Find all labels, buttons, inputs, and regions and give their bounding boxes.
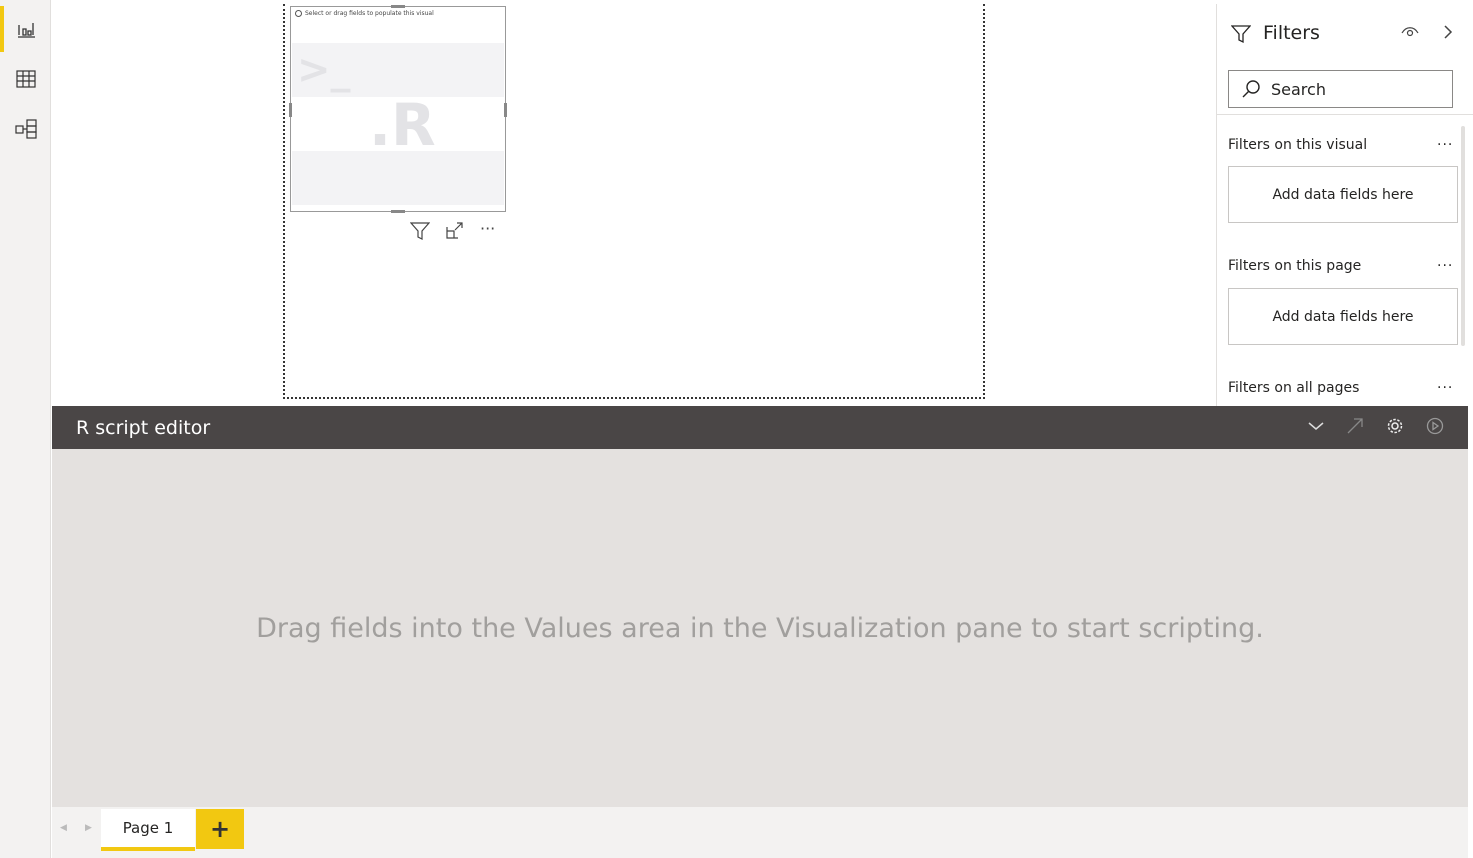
eye-icon[interactable] [1401,24,1419,38]
filter-icon [1231,25,1251,44]
filters-pane: Filters Search Filters on this visual ··… [1216,4,1473,406]
section-all-pages-label: Filters on all pages [1228,380,1360,396]
r-visual[interactable]: Select or drag fields to populate this v… [289,5,507,213]
resize-handle[interactable] [289,103,292,117]
visual-hint: Select or drag fields to populate this v… [295,10,434,17]
more-options-icon[interactable]: ··· [1437,380,1453,396]
resize-handle[interactable] [504,103,507,117]
report-view-icon[interactable] [14,17,38,41]
gear-icon[interactable] [1386,417,1404,435]
filters-search-input[interactable]: Search [1228,70,1453,108]
data-view-icon[interactable] [14,67,38,91]
section-page-label: Filters on this page [1228,258,1362,274]
resize-handle[interactable] [391,5,405,8]
page-tabs-bar: ◀ ▶ Page 1 + [52,807,1468,858]
info-icon [295,10,302,17]
next-page-icon[interactable]: ▶ [85,823,92,833]
more-options-icon[interactable]: ··· [1437,258,1453,274]
editor-placeholder: Drag fields into the Values area in the … [256,613,1264,644]
model-view-icon[interactable] [14,117,38,141]
focus-mode-icon[interactable] [446,222,464,239]
scrollbar[interactable] [1461,126,1465,346]
resize-handle[interactable] [391,210,405,213]
filter-visual-icon[interactable] [410,222,430,240]
section-visual-label: Filters on this visual [1228,137,1368,153]
more-options-icon[interactable]: ··· [480,219,495,238]
prev-page-icon[interactable]: ◀ [60,823,67,833]
add-page-button[interactable]: + [196,809,244,849]
active-indicator [0,6,4,52]
search-icon [1242,80,1260,98]
r-editor-header: R script editor [52,406,1468,449]
tab-page-1[interactable]: Page 1 [101,809,195,851]
view-sidebar [0,0,51,858]
collapse-chevron-icon[interactable] [1443,24,1453,40]
filters-title: Filters [1263,22,1320,44]
expand-arrow-icon[interactable] [1347,418,1363,434]
more-options-icon[interactable]: ··· [1437,137,1453,153]
r-logo: .R [369,91,436,159]
visual-drop-zone[interactable]: Add data fields here [1228,166,1458,223]
chevron-down-icon[interactable] [1308,420,1324,432]
prompt-icon: >_ [297,47,351,93]
editor-title: R script editor [76,417,211,439]
run-script-icon[interactable] [1426,417,1444,435]
page-drop-zone[interactable]: Add data fields here [1228,288,1458,345]
r-script-editor[interactable]: Drag fields into the Values area in the … [52,449,1468,807]
